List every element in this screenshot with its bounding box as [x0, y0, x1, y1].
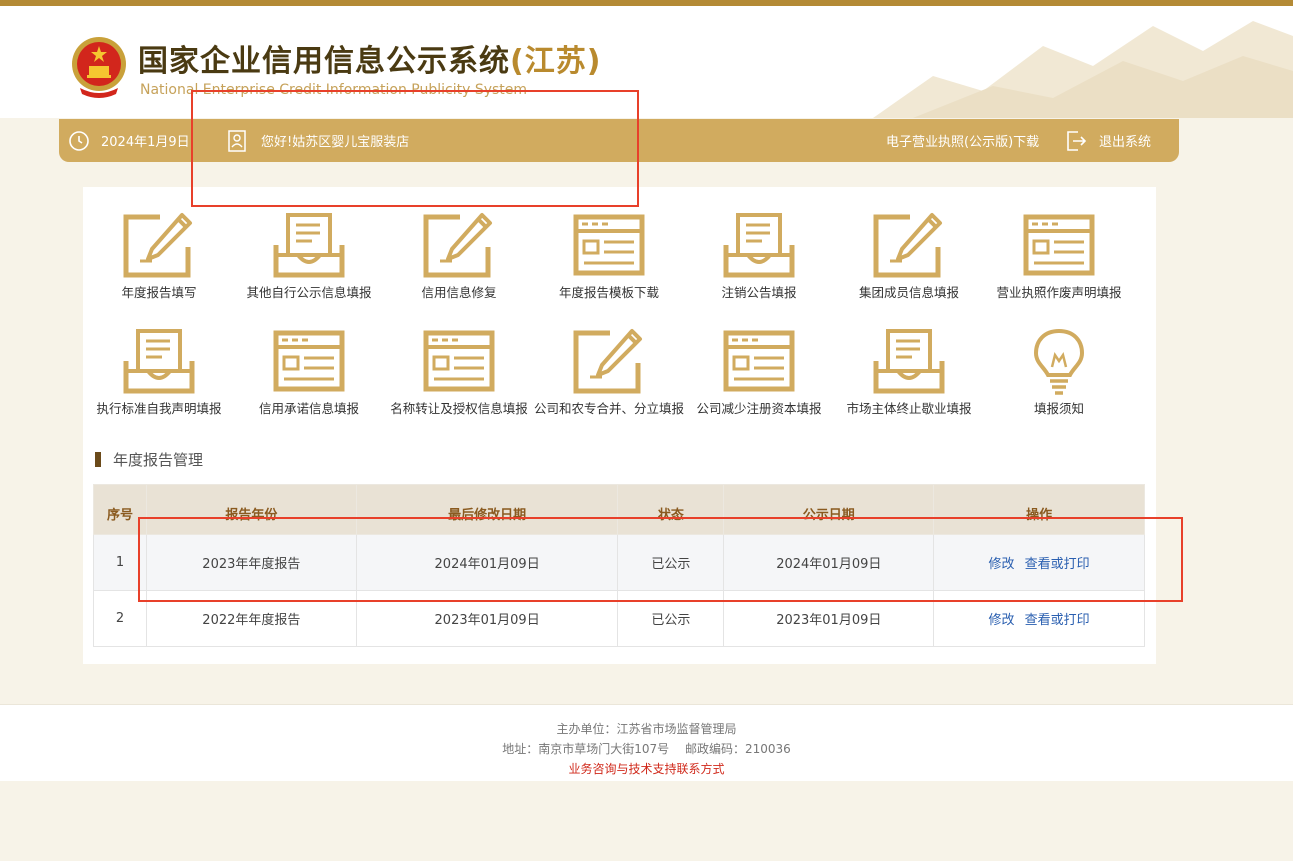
edit-link[interactable]: 修改	[989, 613, 1015, 628]
site-title: 国家企业信用信息公示系统(江苏)	[138, 36, 601, 80]
col-modified: 最后修改日期	[355, 484, 619, 535]
function-tile[interactable]: 注销公告填报	[684, 211, 834, 301]
pencil-doc-icon[interactable]	[534, 327, 684, 395]
row-published: 2023年01月09日	[723, 590, 935, 647]
logout-button[interactable]: 退出系统	[1065, 119, 1151, 162]
function-tile[interactable]: 名称转让及授权信息填报	[384, 327, 534, 417]
inbox-doc-icon[interactable]	[684, 211, 834, 279]
user-navbar: 2024年1月9日 您好!姑苏区婴儿宝服装店 电子营业执照(公示版)下载 退出系…	[59, 119, 1179, 162]
tile-label[interactable]: 填报须知	[984, 401, 1134, 417]
col-actions: 操作	[933, 484, 1145, 535]
footer-organizer: 主办单位：江苏省市场监督管理局	[556, 722, 737, 736]
row-year: 2022年年度报告	[145, 590, 357, 647]
logout-icon[interactable]	[1065, 129, 1087, 153]
function-tile[interactable]: 信用信息修复	[384, 211, 534, 301]
tile-label[interactable]: 集团成员信息填报	[834, 285, 984, 301]
report-section-label: 年度报告管理	[113, 450, 204, 469]
pencil-doc-icon[interactable]	[84, 211, 234, 279]
form-window-icon[interactable]	[234, 327, 384, 395]
annual-report-table: 序号 报告年份 最后修改日期 状态 公示日期 操作 1 2023年年度报告 20…	[93, 484, 1145, 647]
form-window-icon[interactable]	[384, 327, 534, 395]
user-card-icon	[228, 129, 246, 152]
tile-label[interactable]: 信用信息修复	[384, 285, 534, 301]
site-title-province: (江苏)	[510, 44, 602, 79]
row-year: 2023年年度报告	[145, 534, 357, 591]
table-row: 2 2022年年度报告 2023年01月09日 已公示 2023年01月09日 …	[93, 590, 1145, 647]
function-tile[interactable]: 市场主体终止歇业填报	[834, 327, 984, 417]
current-date: 2024年1月9日	[101, 135, 190, 150]
table-row: 1 2023年年度报告 2024年01月09日 已公示 2024年01月09日 …	[93, 534, 1145, 591]
row-status: 已公示	[617, 534, 725, 591]
license-download-link[interactable]: 电子营业执照(公示版)下载	[886, 119, 1039, 162]
function-tile[interactable]: 集团成员信息填报	[834, 211, 984, 301]
row-modified: 2023年01月09日	[355, 590, 619, 647]
edit-link[interactable]: 修改	[989, 557, 1015, 572]
row-index: 2	[93, 590, 147, 647]
col-status: 状态	[617, 484, 725, 535]
function-tile[interactable]: 年度报告填写	[84, 211, 234, 301]
user-greeting: 您好!姑苏区婴儿宝服装店	[227, 119, 409, 162]
pencil-doc-icon[interactable]	[384, 211, 534, 279]
view-print-link[interactable]: 查看或打印	[1025, 613, 1090, 628]
function-tile[interactable]: 信用承诺信息填报	[234, 327, 384, 417]
clock-icon	[69, 130, 89, 151]
tile-label[interactable]: 市场主体终止歇业填报	[834, 401, 984, 417]
tile-label[interactable]: 注销公告填报	[684, 285, 834, 301]
row-published: 2024年01月09日	[723, 534, 935, 591]
form-window-icon[interactable]	[534, 211, 684, 279]
row-actions: 修改 查看或打印	[933, 590, 1145, 647]
function-tile[interactable]: 公司和农专合并、分立填报	[534, 327, 684, 417]
function-tile[interactable]: 填报须知	[984, 327, 1134, 417]
col-index: 序号	[93, 484, 147, 535]
mountain-decoration	[873, 21, 1293, 118]
tile-label[interactable]: 年度报告填写	[84, 285, 234, 301]
form-window-icon[interactable]	[684, 327, 834, 395]
row-actions: 修改 查看或打印	[933, 534, 1145, 591]
view-print-link[interactable]: 查看或打印	[1025, 557, 1090, 572]
tile-label[interactable]: 名称转让及授权信息填报	[384, 401, 534, 417]
table-header-row: 序号 报告年份 最后修改日期 状态 公示日期 操作	[93, 484, 1145, 535]
lightbulb-icon[interactable]	[984, 327, 1134, 395]
site-footer: 主办单位：江苏省市场监督管理局 地址：南京市草场门大街107号 邮政编码：210…	[0, 704, 1293, 781]
tile-label[interactable]: 信用承诺信息填报	[234, 401, 384, 417]
site-title-main: 国家企业信用信息公示系统	[138, 44, 510, 79]
tile-label[interactable]: 年度报告模板下载	[534, 285, 684, 301]
footer-address: 地址：南京市草场门大街107号 邮政编码：210036	[502, 742, 791, 756]
function-tile[interactable]: 其他自行公示信息填报	[234, 211, 384, 301]
site-header: 国家企业信用信息公示系统(江苏) National Enterprise Cre…	[0, 6, 1293, 118]
function-tile[interactable]: 年度报告模板下载	[534, 211, 684, 301]
tile-label[interactable]: 执行标准自我声明填报	[84, 401, 234, 417]
row-modified: 2024年01月09日	[355, 534, 619, 591]
row-index: 1	[93, 534, 147, 591]
tile-label[interactable]: 营业执照作废声明填报	[984, 285, 1134, 301]
section-marker	[95, 451, 101, 467]
function-tile[interactable]: 营业执照作废声明填报	[984, 211, 1134, 301]
report-section-title: 年度报告管理	[95, 449, 203, 469]
inbox-doc-icon[interactable]	[834, 327, 984, 395]
tile-label[interactable]: 公司减少注册资本填报	[684, 401, 834, 417]
col-published: 公示日期	[723, 484, 935, 535]
inbox-doc-icon[interactable]	[234, 211, 384, 279]
col-year: 报告年份	[145, 484, 357, 535]
site-subtitle: National Enterprise Credit Information P…	[140, 82, 528, 98]
greeting-text: 您好!姑苏区婴儿宝服装店	[261, 135, 410, 150]
function-tile[interactable]: 执行标准自我声明填报	[84, 327, 234, 417]
function-tile[interactable]: 公司减少注册资本填报	[684, 327, 834, 417]
inbox-doc-icon[interactable]	[84, 327, 234, 395]
tile-label[interactable]: 公司和农专合并、分立填报	[534, 401, 684, 417]
row-status: 已公示	[617, 590, 725, 647]
national-emblem-icon	[72, 37, 126, 98]
license-download-label[interactable]: 电子营业执照(公示版)下载	[886, 131, 1039, 150]
tile-label[interactable]: 其他自行公示信息填报	[234, 285, 384, 301]
pencil-doc-icon[interactable]	[834, 211, 984, 279]
support-contact-link[interactable]: 业务咨询与技术支持联系方式	[0, 759, 1293, 779]
logout-label[interactable]: 退出系统	[1099, 131, 1151, 150]
date-display: 2024年1月9日	[67, 119, 190, 162]
form-window-icon[interactable]	[984, 211, 1134, 279]
